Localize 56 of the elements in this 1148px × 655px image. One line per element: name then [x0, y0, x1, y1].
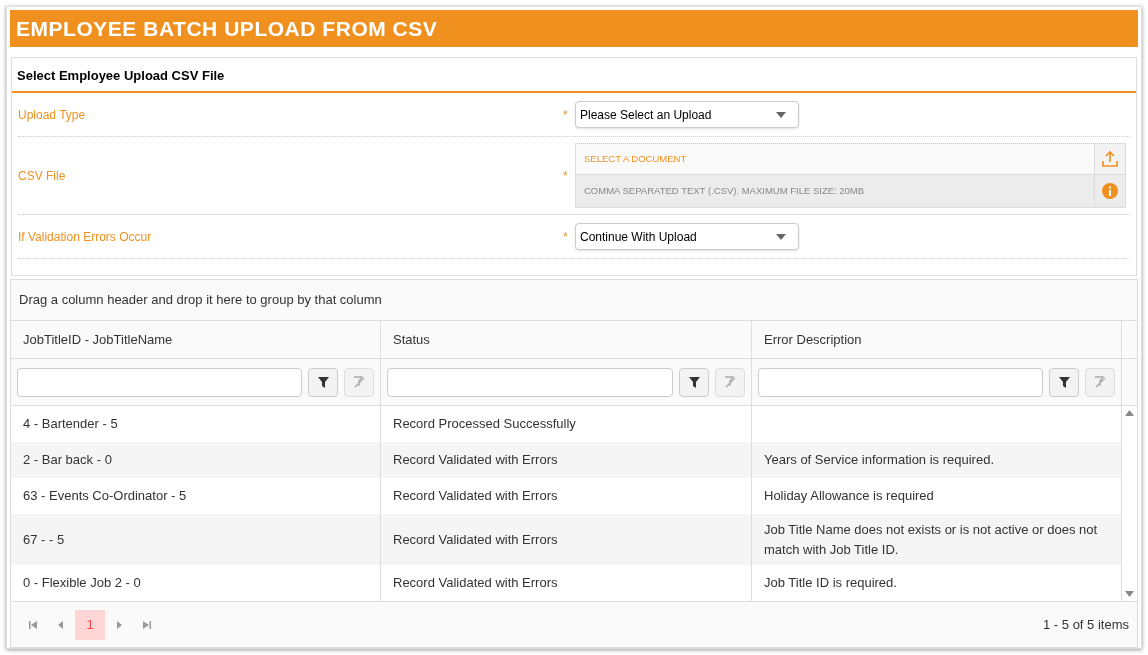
select-dropdown[interactable]: Continue With Upload	[575, 223, 799, 250]
group-drop-area: Drag a column header and drop it here to group by that column	[11, 280, 1137, 320]
filter-icon	[1058, 376, 1070, 388]
table-cell-text: Job Title Name does not exists or is not active or does not match with Job Title ID.	[764, 521, 1099, 559]
clear-filter-button[interactable]	[1085, 367, 1115, 397]
table-cell-text: 63 - Events Co-Ordinator - 5	[23, 487, 187, 506]
file-hint: COMMA SEPARATED TEXT (.CSV). MAXIMUM FILE SIZE: 20MB	[583, 183, 866, 198]
table-cell-text: Holiday Allowance is required	[764, 487, 934, 506]
filter-icon	[317, 376, 329, 388]
clear-filter-icon	[353, 376, 365, 388]
required-mark: *	[563, 106, 569, 123]
field-label: CSV File	[18, 167, 67, 185]
clear-filter-icon	[724, 376, 736, 388]
column-header[interactable]: Error Description	[752, 321, 1122, 358]
filter-button[interactable]	[1049, 367, 1079, 397]
table-cell-text: Record Validated with Errors	[393, 530, 558, 549]
table-cell-text: Record Validated with Errors	[393, 451, 558, 470]
caret-icon	[776, 111, 786, 118]
field-label: If Validation Errors Occur	[18, 228, 153, 246]
column-header[interactable]: Status	[381, 321, 752, 358]
info-icon	[1102, 183, 1118, 199]
clear-filter-icon	[1094, 376, 1106, 388]
table-cell-text: Years of Service information is required.	[764, 451, 995, 470]
table-cell-text: Record Validated with Errors	[393, 487, 558, 506]
field-label: Upload Type	[18, 106, 87, 124]
column-header[interactable]: JobTitleID - JobTitleName	[11, 321, 381, 358]
scroll-down-icon[interactable]	[1125, 591, 1134, 597]
filter-button[interactable]	[308, 367, 338, 397]
panel-title: Select Employee Upload CSV File	[12, 58, 1136, 93]
table-cell-text: 67 - - 5	[23, 530, 65, 549]
table-cell-text: 0 - Flexible Job 2 - 0	[23, 574, 141, 593]
clear-filter-button[interactable]	[715, 367, 745, 397]
filter-icon	[688, 376, 700, 388]
select-dropdown[interactable]: Please Select an Upload	[575, 101, 799, 128]
table-cell-text: Record Processed Successfully	[393, 415, 576, 434]
table-cell-text: Job Title ID is required.	[764, 574, 897, 593]
required-mark: *	[563, 228, 569, 245]
filter-button[interactable]	[679, 367, 709, 397]
clear-filter-button[interactable]	[344, 367, 374, 397]
upload-icon	[1101, 150, 1119, 168]
first-page-icon	[29, 620, 37, 629]
table-cell-text: 2 - Bar back - 0	[23, 451, 112, 470]
pager-summary: 1 - 5 of 5 items	[1043, 615, 1129, 634]
table-cell-text: Record Validated with Errors	[393, 574, 558, 593]
filter-field[interactable]	[387, 367, 673, 397]
table-cell-text: 4 - Bartender - 5	[23, 415, 118, 434]
page-title: EMPLOYEE BATCH UPLOAD FROM CSV	[10, 10, 1138, 47]
scroll-up-icon[interactable]	[1125, 410, 1134, 416]
upload-button[interactable]	[1094, 144, 1125, 174]
required-mark: *	[563, 167, 569, 184]
filter-field[interactable]	[758, 367, 1043, 397]
filter-field[interactable]	[17, 367, 302, 397]
next-page-icon	[115, 620, 123, 629]
last-page-icon	[143, 620, 151, 629]
caret-icon	[776, 233, 786, 240]
previous-page-icon	[57, 620, 65, 629]
